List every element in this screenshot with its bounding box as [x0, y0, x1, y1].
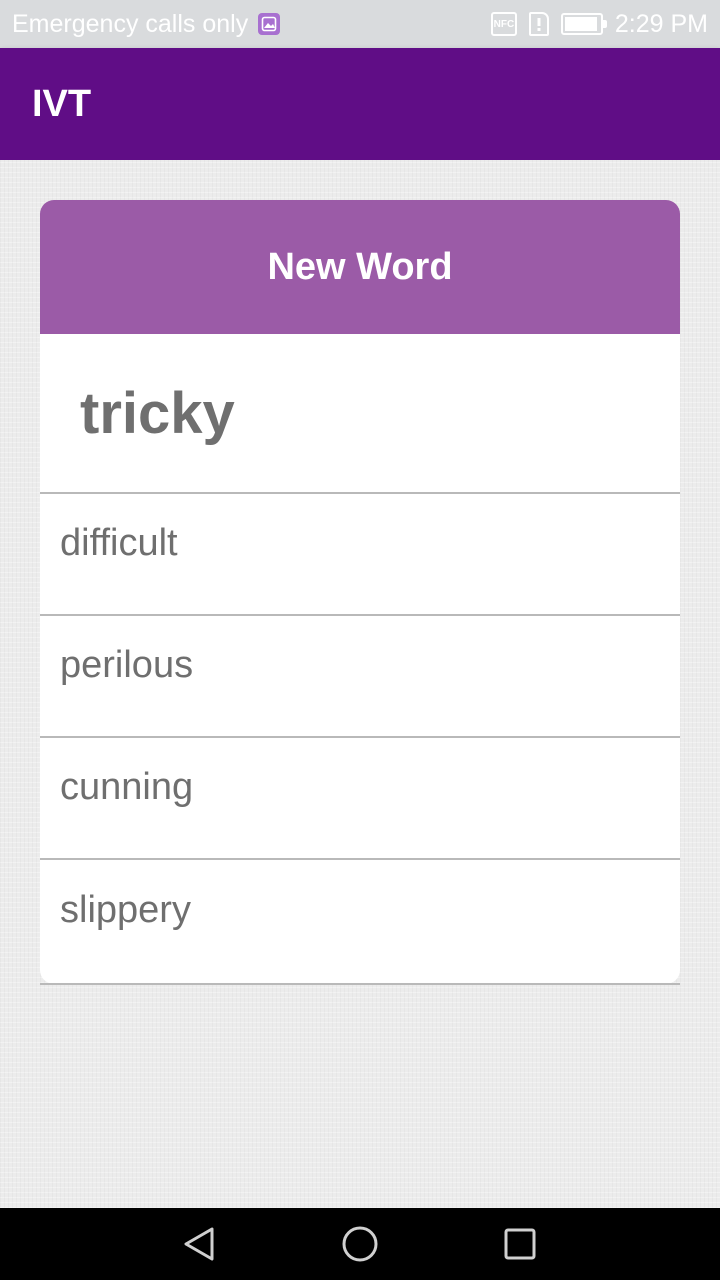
app-bar: IVT [0, 48, 720, 160]
option-row-cunning[interactable]: cunning [40, 738, 680, 860]
sim-alert-icon [528, 12, 549, 36]
back-icon [184, 1227, 214, 1261]
clock: 2:29 PM [614, 9, 708, 38]
option-label: perilous [60, 643, 194, 686]
option-row-slippery[interactable]: slippery [40, 860, 680, 982]
status-left: Emergency calls only [12, 9, 281, 39]
recents-button[interactable] [490, 1214, 550, 1274]
home-icon [342, 1226, 378, 1262]
card-bottom-divider [40, 983, 680, 985]
card-header: New Word [40, 200, 680, 334]
nfc-icon: NFC [490, 12, 517, 36]
card-header-title: New Word [267, 245, 453, 288]
battery-level-fill [564, 17, 597, 31]
word-card: New Word tricky difficult perilous cunni… [40, 200, 680, 984]
options-list: difficult perilous cunning slippery [40, 494, 680, 982]
option-row-perilous[interactable]: perilous [40, 616, 680, 738]
status-bar: Emergency calls only NFC 2:29 PM [0, 0, 720, 48]
option-label: slippery [60, 888, 191, 931]
app-title: IVT [32, 82, 92, 125]
back-button[interactable] [170, 1214, 230, 1274]
option-label: cunning [60, 765, 194, 808]
carrier-text: Emergency calls only [12, 9, 249, 38]
main-word: tricky [80, 380, 235, 446]
option-row-difficult[interactable]: difficult [40, 494, 680, 616]
status-right: NFC 2:29 PM [490, 9, 708, 39]
recents-icon [504, 1228, 536, 1260]
content-area: New Word tricky difficult perilous cunni… [0, 160, 720, 1208]
word-row: tricky [40, 334, 680, 494]
image-notification-icon [258, 13, 281, 35]
battery-icon [560, 13, 607, 35]
navigation-bar [0, 1208, 720, 1280]
home-button[interactable] [330, 1214, 390, 1274]
option-label: difficult [60, 521, 178, 564]
